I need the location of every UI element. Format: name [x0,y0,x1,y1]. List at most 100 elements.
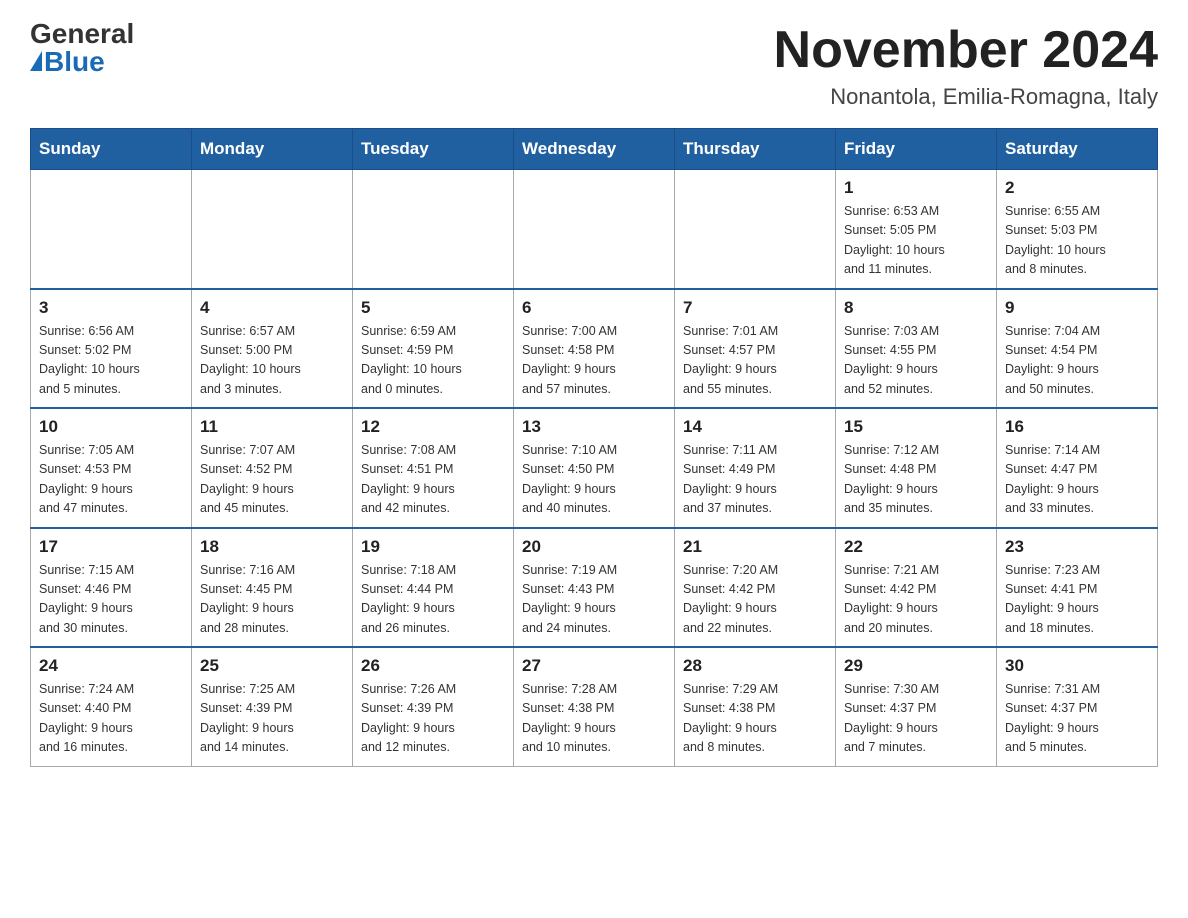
calendar-day-cell: 3 Sunrise: 6:56 AM Sunset: 5:02 PM Daylig… [31,289,192,409]
day-info: Sunrise: 7:28 AM Sunset: 4:38 PM Dayligh… [522,680,666,758]
day-info: Sunrise: 7:03 AM Sunset: 4:55 PM Dayligh… [844,322,988,400]
day-info: Sunrise: 6:53 AM Sunset: 5:05 PM Dayligh… [844,202,988,280]
calendar-day-cell: 19 Sunrise: 7:18 AM Sunset: 4:44 PM Dayli… [353,528,514,648]
day-info: Sunrise: 7:00 AM Sunset: 4:58 PM Dayligh… [522,322,666,400]
day-info: Sunrise: 6:59 AM Sunset: 4:59 PM Dayligh… [361,322,505,400]
calendar-day-header: Thursday [675,129,836,170]
calendar-week-row: 17Sunrise: 7:15 AM Sunset: 4:46 PM Dayli… [31,528,1158,648]
day-info: Sunrise: 7:26 AM Sunset: 4:39 PM Dayligh… [361,680,505,758]
day-number: 14 [683,417,827,437]
day-info: Sunrise: 7:23 AM Sunset: 4:41 PM Dayligh… [1005,561,1149,639]
calendar-day-cell: 1 Sunrise: 6:53 AM Sunset: 5:05 PM Daylig… [836,170,997,289]
calendar-day-cell: 4 Sunrise: 6:57 AM Sunset: 5:00 PM Daylig… [192,289,353,409]
day-number: 15 [844,417,988,437]
calendar-day-cell: 9 Sunrise: 7:04 AM Sunset: 4:54 PM Daylig… [997,289,1158,409]
day-info: Sunrise: 7:07 AM Sunset: 4:52 PM Dayligh… [200,441,344,519]
day-info: Sunrise: 6:56 AM Sunset: 5:02 PM Dayligh… [39,322,183,400]
day-number: 22 [844,537,988,557]
calendar-day-cell: 10 Sunrise: 7:05 AM Sunset: 4:53 PM Dayli… [31,408,192,528]
page-header: General Blue November 2024 Nonantola, Em… [30,20,1158,110]
calendar-day-header: Saturday [997,129,1158,170]
calendar-day-cell: 11 Sunrise: 7:07 AM Sunset: 4:52 PM Dayli… [192,408,353,528]
calendar-day-cell: 23Sunrise: 7:23 AM Sunset: 4:41 PM Dayli… [997,528,1158,648]
day-info: Sunrise: 7:20 AM Sunset: 4:42 PM Dayligh… [683,561,827,639]
day-info: Sunrise: 7:11 AM Sunset: 4:49 PM Dayligh… [683,441,827,519]
day-number: 29 [844,656,988,676]
calendar-day-cell: 29 Sunrise: 7:30 AM Sunset: 4:37 PM Dayli… [836,647,997,766]
day-number: 4 [200,298,344,318]
main-title: November 2024 [774,20,1158,80]
day-info: Sunrise: 7:10 AM Sunset: 4:50 PM Dayligh… [522,441,666,519]
day-number: 26 [361,656,505,676]
location-subtitle: Nonantola, Emilia-Romagna, Italy [774,84,1158,110]
calendar-day-cell [353,170,514,289]
day-number: 13 [522,417,666,437]
calendar-day-header: Tuesday [353,129,514,170]
calendar-day-cell: 7Sunrise: 7:01 AM Sunset: 4:57 PM Daylig… [675,289,836,409]
calendar-day-cell: 30 Sunrise: 7:31 AM Sunset: 4:37 PM Dayli… [997,647,1158,766]
day-info: Sunrise: 7:30 AM Sunset: 4:37 PM Dayligh… [844,680,988,758]
day-number: 11 [200,417,344,437]
logo-triangle-icon [30,51,42,71]
day-info: Sunrise: 7:12 AM Sunset: 4:48 PM Dayligh… [844,441,988,519]
day-info: Sunrise: 7:29 AM Sunset: 4:38 PM Dayligh… [683,680,827,758]
day-number: 5 [361,298,505,318]
calendar-day-cell: 16 Sunrise: 7:14 AM Sunset: 4:47 PM Dayli… [997,408,1158,528]
calendar-day-cell: 18Sunrise: 7:16 AM Sunset: 4:45 PM Dayli… [192,528,353,648]
day-number: 7 [683,298,827,318]
logo: General Blue [30,20,134,76]
calendar-day-cell: 13 Sunrise: 7:10 AM Sunset: 4:50 PM Dayli… [514,408,675,528]
day-number: 20 [522,537,666,557]
day-info: Sunrise: 7:24 AM Sunset: 4:40 PM Dayligh… [39,680,183,758]
calendar-day-cell: 15 Sunrise: 7:12 AM Sunset: 4:48 PM Dayli… [836,408,997,528]
day-info: Sunrise: 7:05 AM Sunset: 4:53 PM Dayligh… [39,441,183,519]
title-block: November 2024 Nonantola, Emilia-Romagna,… [774,20,1158,110]
calendar-day-cell: 14 Sunrise: 7:11 AM Sunset: 4:49 PM Dayli… [675,408,836,528]
calendar-day-cell [675,170,836,289]
day-number: 1 [844,178,988,198]
day-info: Sunrise: 7:18 AM Sunset: 4:44 PM Dayligh… [361,561,505,639]
day-number: 16 [1005,417,1149,437]
day-number: 2 [1005,178,1149,198]
calendar-day-cell: 27 Sunrise: 7:28 AM Sunset: 4:38 PM Dayli… [514,647,675,766]
calendar-day-cell [31,170,192,289]
calendar-day-cell: 28 Sunrise: 7:29 AM Sunset: 4:38 PM Dayli… [675,647,836,766]
day-number: 3 [39,298,183,318]
calendar-header-row: SundayMondayTuesdayWednesdayThursdayFrid… [31,129,1158,170]
day-number: 27 [522,656,666,676]
calendar-day-cell [514,170,675,289]
day-info: Sunrise: 7:25 AM Sunset: 4:39 PM Dayligh… [200,680,344,758]
day-info: Sunrise: 7:16 AM Sunset: 4:45 PM Dayligh… [200,561,344,639]
day-number: 21 [683,537,827,557]
day-number: 6 [522,298,666,318]
calendar-day-cell: 26 Sunrise: 7:26 AM Sunset: 4:39 PM Dayli… [353,647,514,766]
calendar-day-cell: 21 Sunrise: 7:20 AM Sunset: 4:42 PM Dayli… [675,528,836,648]
day-info: Sunrise: 7:04 AM Sunset: 4:54 PM Dayligh… [1005,322,1149,400]
day-info: Sunrise: 6:57 AM Sunset: 5:00 PM Dayligh… [200,322,344,400]
day-number: 30 [1005,656,1149,676]
calendar-day-header: Monday [192,129,353,170]
day-info: Sunrise: 6:55 AM Sunset: 5:03 PM Dayligh… [1005,202,1149,280]
calendar-day-header: Sunday [31,129,192,170]
day-number: 9 [1005,298,1149,318]
day-info: Sunrise: 7:19 AM Sunset: 4:43 PM Dayligh… [522,561,666,639]
calendar-day-cell [192,170,353,289]
calendar-day-cell: 25 Sunrise: 7:25 AM Sunset: 4:39 PM Dayli… [192,647,353,766]
calendar-day-cell: 12Sunrise: 7:08 AM Sunset: 4:51 PM Dayli… [353,408,514,528]
calendar-week-row: 10 Sunrise: 7:05 AM Sunset: 4:53 PM Dayli… [31,408,1158,528]
calendar-day-cell: 8Sunrise: 7:03 AM Sunset: 4:55 PM Daylig… [836,289,997,409]
day-number: 19 [361,537,505,557]
day-number: 10 [39,417,183,437]
day-info: Sunrise: 7:14 AM Sunset: 4:47 PM Dayligh… [1005,441,1149,519]
day-number: 25 [200,656,344,676]
calendar-week-row: 24Sunrise: 7:24 AM Sunset: 4:40 PM Dayli… [31,647,1158,766]
calendar-day-cell: 5 Sunrise: 6:59 AM Sunset: 4:59 PM Daylig… [353,289,514,409]
calendar-week-row: 1 Sunrise: 6:53 AM Sunset: 5:05 PM Daylig… [31,170,1158,289]
logo-general-text: General [30,20,134,48]
calendar-day-cell: 6 Sunrise: 7:00 AM Sunset: 4:58 PM Daylig… [514,289,675,409]
day-info: Sunrise: 7:31 AM Sunset: 4:37 PM Dayligh… [1005,680,1149,758]
calendar-day-cell: 2 Sunrise: 6:55 AM Sunset: 5:03 PM Daylig… [997,170,1158,289]
day-number: 12 [361,417,505,437]
logo-blue-text: Blue [30,48,105,76]
day-number: 28 [683,656,827,676]
